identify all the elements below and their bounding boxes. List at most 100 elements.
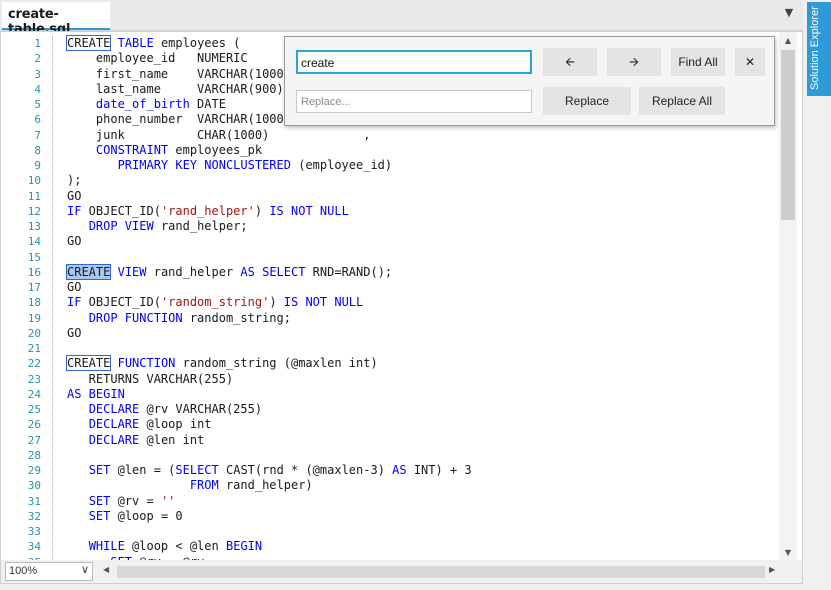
code-line[interactable]: FROM rand_helper)	[67, 478, 313, 492]
line-number: 27	[27, 433, 41, 447]
code-keyword: VIEW	[117, 264, 147, 279]
code-line[interactable]: CONSTRAINT employees_pk	[67, 143, 262, 157]
code-line[interactable]: IF OBJECT_ID('random_string') IS NOT NUL…	[67, 295, 363, 309]
code-line[interactable]: junk CHAR(1000) ,	[67, 128, 371, 142]
solution-explorer-tab[interactable]: Solution Explorer	[807, 2, 831, 96]
code-keyword: AS BEGIN	[67, 386, 125, 401]
close-find-button[interactable]: ✕	[735, 48, 765, 76]
replace-input[interactable]: Replace...	[296, 90, 532, 113]
vertical-scrollbar[interactable]: ▲ ▼	[779, 32, 797, 560]
code-string: 'random_string'	[160, 295, 270, 310]
code-text: @rv =	[110, 493, 161, 508]
code-keyword: CONSTRAINT	[95, 142, 169, 157]
scroll-down-icon[interactable]: ▼	[779, 546, 797, 560]
tab-create-table[interactable]: create-table.sql	[2, 2, 110, 37]
code-line[interactable]: GO	[67, 234, 81, 248]
replace-all-button[interactable]: Replace All	[639, 87, 725, 115]
search-input[interactable]: create	[296, 50, 532, 74]
code-text: )	[269, 295, 284, 310]
code-line[interactable]: AS BEGIN	[67, 387, 125, 401]
find-next-button[interactable]: 🡪	[607, 48, 661, 76]
line-number: 26	[27, 418, 41, 432]
code-text: last_name VARCHAR(900)	[67, 81, 284, 96]
code-line[interactable]: DECLARE @loop int	[67, 417, 212, 431]
code-line[interactable]: SET @rv = ''	[67, 493, 176, 508]
code-text: GO	[67, 325, 82, 340]
code-line[interactable]: DECLARE @len int	[67, 433, 205, 447]
chevron-down-icon[interactable]: ∨	[81, 563, 89, 576]
code-text: phone_number VARCHAR(1000)	[67, 112, 291, 127]
code-line[interactable]: GO	[67, 280, 81, 294]
horizontal-scroll-thumb[interactable]	[117, 566, 765, 578]
arrow-right-icon: 🡪	[629, 55, 639, 69]
find-previous-button[interactable]: 🡨	[543, 48, 597, 76]
code-keyword: DECLARE	[88, 402, 140, 416]
code-keyword: IF	[67, 295, 82, 310]
replace-button[interactable]: Replace	[543, 87, 631, 115]
line-number: 14	[27, 235, 41, 249]
code-keyword: NOT NULL	[291, 203, 349, 218]
code-line[interactable]: phone_number VARCHAR(1000)	[67, 112, 291, 126]
line-number: 18	[27, 296, 41, 310]
code-text: DATE	[189, 97, 226, 111]
code-keyword: SET	[88, 463, 111, 477]
scroll-up-icon[interactable]: ▲	[779, 34, 797, 48]
code-text: GO	[67, 234, 82, 249]
code-line[interactable]: employee_id NUMERIC	[67, 51, 248, 65]
code-keyword: SELECT	[175, 463, 219, 477]
line-number: 21	[27, 342, 41, 355]
code-line[interactable]: SET @loop = 0	[67, 509, 183, 523]
horizontal-scrollbar[interactable]: ◀ ▶	[99, 564, 779, 580]
code-line[interactable]: GO	[67, 189, 81, 203]
line-number: 2	[34, 52, 41, 66]
code-text: GO	[67, 188, 82, 203]
code-line[interactable]: PRIMARY KEY NONCLUSTERED (employee_id)	[67, 158, 393, 172]
zoom-select[interactable]: 100% ∨	[5, 562, 93, 581]
code-keyword: FUNCTION	[117, 356, 176, 371]
code-line[interactable]: DECLARE @rv VARCHAR(255)	[67, 402, 262, 416]
fold-guide	[52, 36, 53, 560]
code-line[interactable]: WHILE @loop < @len BEGIN	[67, 539, 262, 553]
code-line[interactable]: DROP VIEW rand_helper;	[67, 219, 248, 233]
code-line[interactable]: IF OBJECT_ID('rand_helper') IS NOT NULL	[67, 204, 349, 218]
line-number: 4	[34, 82, 41, 96]
tab-dropdown-icon[interactable]: ▼	[782, 6, 796, 20]
code-line[interactable]: last_name VARCHAR(900)	[67, 82, 284, 96]
scroll-right-icon[interactable]: ▶	[769, 565, 775, 574]
editor-bottom-bar: 100% ∨ ◀ ▶	[1, 560, 802, 583]
find-all-button[interactable]: Find All	[671, 48, 725, 76]
code-text: @len = (	[110, 463, 176, 477]
code-line[interactable]: first_name VARCHAR(1000)	[67, 67, 291, 81]
code-line[interactable]: GO	[67, 326, 81, 340]
line-number: 15	[27, 250, 41, 264]
code-text: @rv VARCHAR(255)	[139, 402, 263, 416]
code-line[interactable]: );	[67, 173, 81, 187]
code-text: @loop < @len	[124, 539, 226, 554]
code-line[interactable]: CREATE TABLE employees (	[65, 35, 240, 51]
code-text: @loop = 0	[110, 508, 183, 523]
search-match: CREATE	[65, 263, 112, 280]
code-line[interactable]: SET @len = (SELECT CAST(rnd * (@maxlen-3…	[67, 463, 472, 477]
find-replace-panel: create Replace... 🡨 🡪 Find All ✕ Replace…	[284, 36, 775, 126]
code-keyword: IS	[283, 295, 299, 310]
scroll-left-icon[interactable]: ◀	[103, 565, 109, 574]
code-line[interactable]: RETURNS VARCHAR(255)	[67, 372, 234, 386]
vertical-scroll-thumb[interactable]	[781, 50, 795, 220]
code-line[interactable]: CREATE FUNCTION random_string (@maxlen i…	[65, 355, 378, 372]
line-number: 16	[27, 265, 41, 279]
code-line[interactable]: DROP FUNCTION random_string;	[67, 311, 291, 325]
line-number: 8	[34, 143, 41, 157]
code-line[interactable]: CREATE VIEW rand_helper AS SELECT RND=RA…	[65, 263, 392, 280]
code-string: 'rand_helper'	[160, 203, 255, 218]
code-line[interactable]: date_of_birth DATE	[67, 97, 226, 111]
line-number-gutter: 1 2 3 4 5 6 7 8 9 10 11 12 13 14 15 16 17 18 19 20 21 22 23 24 2…	[1, 32, 47, 569]
